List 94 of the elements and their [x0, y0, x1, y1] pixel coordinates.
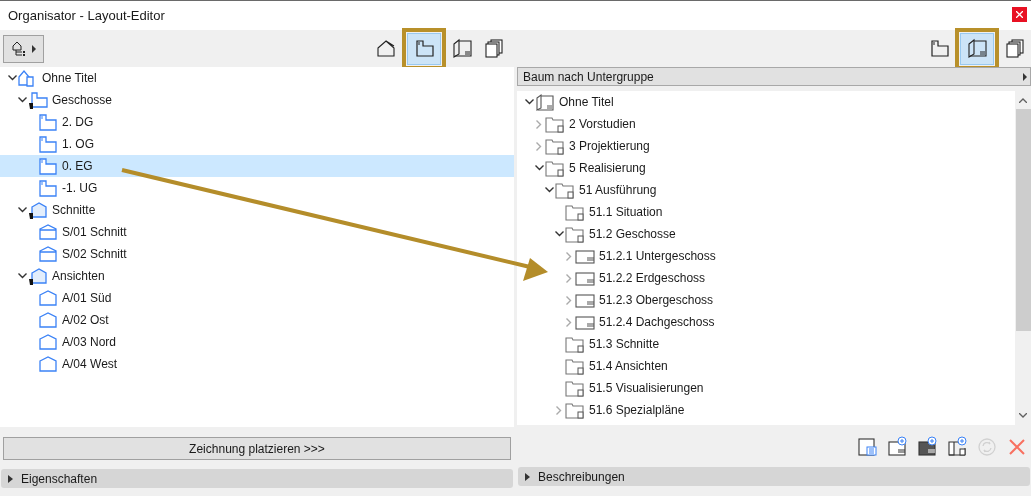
collapse-icon[interactable] — [544, 187, 554, 193]
tree-row[interactable]: Geschosse — [0, 89, 514, 111]
book-icon — [966, 38, 988, 59]
folder-icon — [545, 136, 565, 156]
tree-row[interactable]: 51.2 Geschosse — [517, 223, 1015, 245]
floor-plan-icon — [413, 38, 435, 59]
collapse-icon[interactable] — [17, 207, 27, 213]
floor-plan-icon — [38, 112, 58, 132]
folder-icon — [545, 114, 565, 134]
tree-row[interactable]: 51.6 Spezialpläne — [517, 399, 1015, 421]
folder-icon — [565, 224, 585, 244]
stacked-pages-icon — [483, 38, 505, 59]
tree-row[interactable]: 51.2.1 Untergeschoss — [517, 245, 1015, 267]
section-header[interactable]: Eigenschaften — [1, 469, 513, 488]
floor-plan-icon — [928, 38, 950, 59]
dropdown-arrow-icon — [1023, 72, 1027, 81]
sheet-list-icon — [857, 435, 877, 457]
house-icon — [38, 288, 58, 308]
add-sheet-button[interactable] — [887, 435, 907, 457]
folder-icon — [545, 158, 565, 178]
folder-icon — [565, 378, 585, 398]
expand-icon[interactable] — [566, 295, 572, 305]
expand-icon[interactable] — [566, 317, 572, 327]
tree-row[interactable]: Ansichten — [0, 265, 514, 287]
tree-row[interactable]: S/02 Schnitt — [0, 243, 514, 265]
close-button[interactable] — [1012, 7, 1027, 22]
collapse-icon[interactable] — [554, 231, 564, 237]
tree-row[interactable]: 5 Realisierung — [517, 157, 1015, 179]
expand-icon[interactable] — [536, 119, 542, 129]
house-icon — [38, 222, 58, 242]
tree-row[interactable]: 51.4 Ansichten — [517, 355, 1015, 377]
house-icon — [38, 244, 58, 264]
folder-icon — [555, 180, 575, 200]
collapse-icon[interactable] — [534, 165, 544, 171]
tree-row[interactable]: 51.2.2 Erdgeschoss — [517, 267, 1015, 289]
window-title: Organisator - Layout-Editor — [8, 6, 165, 25]
section-header[interactable]: Beschreibungen — [518, 467, 1030, 486]
folder-icon — [565, 400, 585, 420]
tree-row[interactable]: -1. UG — [0, 177, 514, 199]
close-icon — [1016, 11, 1023, 18]
tree-row[interactable]: 0. EG — [0, 155, 514, 177]
tree-mode-dropdown[interactable]: Baum nach Untergruppe — [517, 67, 1031, 86]
house-icon — [38, 310, 58, 330]
book-icon — [451, 38, 473, 59]
house-icon — [28, 200, 48, 220]
tree-row[interactable]: 2 Vorstudien — [517, 113, 1015, 135]
floor-plan-icon — [38, 156, 58, 176]
tree-icon — [11, 40, 26, 57]
expand-icon — [31, 44, 36, 53]
tree-row[interactable]: Ohne Titel — [517, 91, 1015, 113]
expand-icon[interactable] — [536, 141, 542, 151]
tree-row[interactable]: 51.3 Schnitte — [517, 333, 1015, 355]
tree-row[interactable]: A/01 Süd — [0, 287, 514, 309]
add-master-icon — [917, 435, 937, 457]
sheet-list-button[interactable] — [857, 435, 877, 457]
floor-plan-icon — [28, 90, 48, 110]
collapse-icon[interactable] — [17, 273, 27, 279]
house-icon — [375, 38, 397, 59]
house-icon — [38, 354, 58, 374]
add-sheet-icon — [887, 435, 907, 457]
expand-icon[interactable] — [566, 273, 572, 283]
expand-icon[interactable] — [556, 405, 562, 415]
tree-row[interactable]: Schnitte — [0, 199, 514, 221]
tree-row[interactable]: 1. OG — [0, 133, 514, 155]
tree-row[interactable]: S/01 Schnitt — [0, 221, 514, 243]
folder-icon — [565, 356, 585, 376]
expand-icon[interactable] — [566, 251, 572, 261]
collapse-icon[interactable] — [524, 99, 534, 105]
tree-row[interactable]: 2. DG — [0, 111, 514, 133]
tree-row[interactable]: A/02 Ost — [0, 309, 514, 331]
refresh-icon — [977, 435, 997, 457]
tree-row[interactable]: A/04 West — [0, 353, 514, 375]
view-menu-button[interactable] — [3, 34, 44, 63]
place-drawing-button[interactable]: Zeichnung platzieren >>> — [3, 437, 511, 460]
tree-row[interactable]: A/03 Nord — [0, 331, 514, 353]
tree-row[interactable]: 51.5 Visualisierungen — [517, 377, 1015, 399]
stacked-pages-icon — [1004, 38, 1026, 59]
scroll-up-icon[interactable] — [1019, 98, 1027, 103]
collapse-icon[interactable] — [17, 97, 27, 103]
tree-row[interactable]: 3 Projektierung — [517, 135, 1015, 157]
folder-icon — [565, 334, 585, 354]
floor-plan-icon — [38, 178, 58, 198]
collapse-icon[interactable] — [7, 75, 17, 81]
tree-row[interactable]: 51.2.4 Dachgeschoss — [517, 311, 1015, 333]
floor-plan-icon — [38, 134, 58, 154]
add-master-button[interactable] — [917, 435, 937, 457]
scroll-down-icon[interactable] — [1019, 413, 1027, 418]
house-icon — [38, 332, 58, 352]
folder-icon — [565, 202, 585, 222]
tree-row[interactable]: 51.1 Situation — [517, 201, 1015, 223]
tree-row[interactable]: Ohne Titel — [0, 67, 514, 89]
tree-row[interactable]: 51 Ausführung — [517, 179, 1015, 201]
tree-row[interactable]: 51.2.3 Obergeschoss — [517, 289, 1015, 311]
house-icon — [28, 266, 48, 286]
